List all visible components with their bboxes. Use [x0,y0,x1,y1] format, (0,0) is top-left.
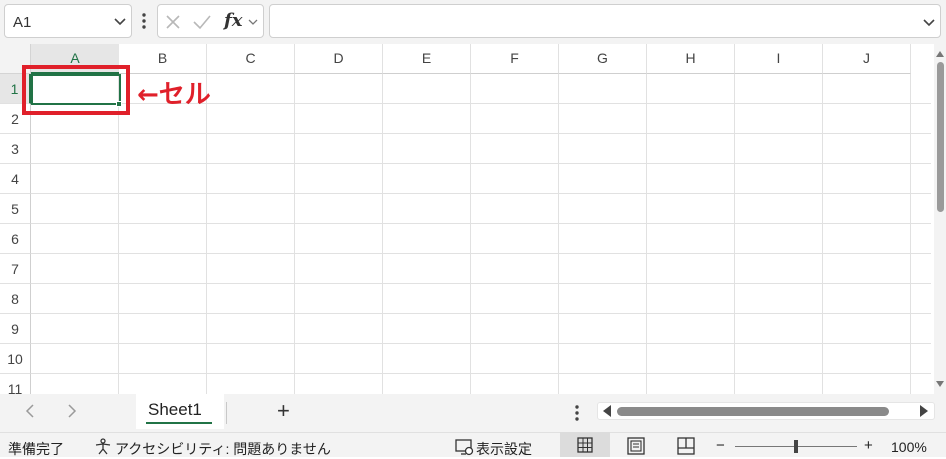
row-header-5[interactable]: 5 [0,194,31,224]
annotation-label: ←セル [137,80,211,110]
formula-actions: fx [157,4,264,38]
row-header-7[interactable]: 7 [0,254,31,284]
scroll-down-icon[interactable] [936,380,944,388]
zoom-level[interactable]: 100% [891,439,927,455]
row-header-9[interactable]: 9 [0,314,31,344]
sheet-tab-sheet1[interactable]: Sheet1 [136,394,224,429]
vertical-scroll-thumb[interactable] [937,62,944,212]
page-break-preview-icon[interactable] [677,437,695,455]
more-vertical-icon[interactable] [573,404,581,422]
scroll-right-icon[interactable] [919,405,929,417]
column-header-e[interactable]: E [383,44,471,74]
cell-grid[interactable] [31,74,931,394]
chevron-left-icon[interactable] [22,402,40,420]
zoom-out-button[interactable]: − [716,437,725,454]
column-header-b[interactable]: B [119,44,207,74]
chevron-down-icon[interactable] [113,14,127,28]
display-settings-button[interactable]: 表示設定 [476,439,532,459]
normal-view-button[interactable] [560,432,610,457]
name-box-value: A1 [13,14,32,31]
column-header-g[interactable]: G [559,44,647,74]
column-header-h[interactable]: H [647,44,735,74]
formula-input[interactable] [269,4,941,38]
page-layout-view-icon[interactable] [627,437,645,455]
add-sheet-button[interactable]: + [277,400,290,422]
zoom-in-button[interactable]: + [864,437,873,454]
row-header-11[interactable]: 11 [0,374,31,394]
normal-view-icon [577,437,593,453]
accessibility-icon[interactable] [94,438,112,456]
column-header-d[interactable]: D [295,44,383,74]
insert-function-icon[interactable]: fx [224,10,242,31]
worksheet-grid: ABCDEFGHIJ 1 2 3 4 5 6 7 8 9 10 11 ←セル [0,44,946,394]
row-header-3[interactable]: 3 [0,134,31,164]
chevron-down-icon[interactable] [247,16,259,28]
horizontal-scroll-thumb[interactable] [617,407,889,416]
column-header-i[interactable]: I [735,44,823,74]
sheet-tab-label: Sheet1 [148,400,202,419]
accessibility-status[interactable]: アクセシビリティ: 問題ありません [115,439,331,459]
row-header-8[interactable]: 8 [0,284,31,314]
row-header-4[interactable]: 4 [0,164,31,194]
zoom-slider-thumb[interactable] [794,440,798,453]
expand-formula-bar-icon[interactable] [922,15,936,29]
tab-divider [226,402,227,424]
more-vertical-icon[interactable] [139,11,149,31]
column-header-c[interactable]: C [207,44,295,74]
row-header-10[interactable]: 10 [0,344,31,374]
annotation-highlight-box [22,65,130,115]
chevron-right-icon[interactable] [62,402,80,420]
scroll-left-icon[interactable] [602,405,612,417]
name-box[interactable]: A1 [4,4,132,38]
scroll-up-icon[interactable] [936,50,944,58]
column-header-j[interactable]: J [823,44,911,74]
cancel-icon[interactable] [164,13,182,31]
row-header-6[interactable]: 6 [0,224,31,254]
enter-check-icon[interactable] [192,13,212,31]
status-ready: 準備完了 [8,441,64,457]
display-settings-icon[interactable] [455,438,475,456]
column-header-f[interactable]: F [471,44,559,74]
active-tab-indicator [146,422,212,424]
